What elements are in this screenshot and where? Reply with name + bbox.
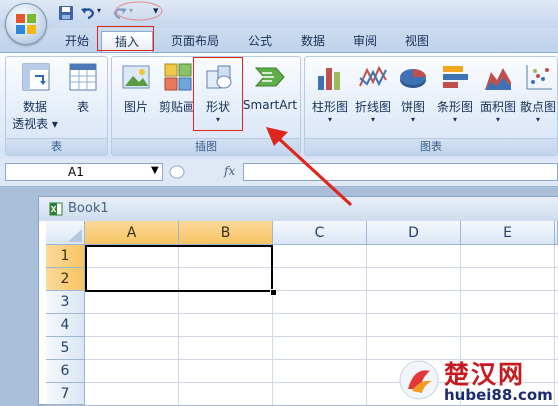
watermark-logo-icon — [399, 360, 439, 400]
tab-page-layout[interactable]: 页面布局 — [165, 31, 225, 51]
picture-button[interactable]: 图片 — [116, 60, 156, 120]
pie-chart-button[interactable]: 饼图 ▾ — [394, 60, 432, 130]
bar-chart-label: 条形图 — [436, 100, 473, 114]
line-chart-icon — [359, 65, 387, 87]
column-header-a[interactable]: A — [85, 221, 179, 245]
clipart-button[interactable]: 剪贴画 — [157, 60, 197, 120]
column-header-e[interactable]: E — [461, 221, 555, 245]
office-button[interactable] — [5, 3, 47, 45]
tab-formulas[interactable]: 公式 — [240, 31, 280, 51]
watermark: 楚汉网 hubei88.com — [398, 355, 558, 405]
scatter-chart-icon — [526, 65, 552, 90]
column-chart-icon — [318, 68, 340, 90]
office-logo-icon — [16, 14, 36, 34]
tab-home[interactable]: 开始 — [57, 31, 97, 51]
pie-chart-dropdown-icon: ▾ — [410, 115, 415, 124]
table-button[interactable]: 表 — [64, 60, 102, 138]
pivot-table-label: 数据 — [22, 100, 47, 114]
bar-chart-icon — [443, 66, 468, 88]
smartart-button[interactable]: SmartArt — [242, 60, 298, 120]
scatter-chart-label: 散点图 — [519, 100, 556, 114]
row-header-4[interactable]: 4 — [46, 314, 85, 337]
scatter-chart-button[interactable]: 散点图 ▾ — [518, 60, 558, 130]
select-all-icon — [68, 229, 82, 242]
tab-review[interactable]: 审阅 — [345, 31, 385, 51]
area-chart-button[interactable]: 面积图 ▾ — [476, 60, 520, 130]
undo-dropdown-icon[interactable]: ▾ — [97, 6, 101, 15]
fill-handle[interactable] — [270, 289, 277, 296]
picture-label: 图片 — [123, 100, 148, 114]
smartart-label: SmartArt — [242, 98, 298, 112]
group-tables-label: 表 — [6, 138, 107, 155]
pivot-table-icon — [22, 63, 50, 91]
tab-data[interactable]: 数据 — [293, 31, 333, 51]
selected-range-a1-b2[interactable] — [85, 245, 273, 292]
tab-insert-highlight — [97, 26, 154, 51]
scatter-chart-dropdown-icon: ▾ — [535, 115, 540, 124]
column-header-b[interactable]: B — [179, 221, 273, 245]
row-header-3[interactable]: 3 — [46, 291, 85, 314]
name-box-value: A1 — [68, 165, 84, 179]
name-box-dropdown-icon[interactable]: ▼ — [151, 165, 159, 176]
clipart-label: 剪贴画 — [158, 100, 195, 114]
clipart-icon — [164, 63, 192, 91]
column-header-d[interactable]: D — [367, 221, 461, 245]
area-chart-label: 面积图 — [479, 100, 516, 114]
row-header-7[interactable]: 7 — [46, 383, 85, 405]
table-label: 表 — [76, 100, 89, 114]
pivot-table-label-2: 透视表 ▾ — [12, 117, 58, 131]
select-all-button[interactable] — [46, 221, 85, 245]
column-chart-label: 柱形图 — [311, 100, 348, 114]
name-box[interactable]: A1 ▼ — [5, 163, 163, 181]
workbook-title: Book1 — [68, 201, 109, 216]
row-header-1[interactable]: 1 — [46, 245, 85, 268]
pie-chart-label: 饼图 — [400, 100, 425, 114]
undo-icon[interactable] — [80, 5, 96, 21]
line-chart-label: 折线图 — [354, 100, 391, 114]
column-header-c[interactable]: C — [273, 221, 367, 245]
shapes-highlight — [193, 57, 243, 131]
pivot-table-button[interactable]: 数据 透视表 ▾ — [10, 60, 60, 138]
smartart-icon — [254, 67, 285, 87]
watermark-url: hubei88.com — [444, 386, 553, 404]
picture-icon — [122, 65, 150, 89]
tab-view[interactable]: 视图 — [397, 31, 437, 51]
row-header-2[interactable]: 2 — [46, 268, 85, 291]
table-icon — [69, 63, 97, 91]
area-chart-icon — [485, 68, 511, 90]
insert-function-icon[interactable]: fx — [224, 164, 235, 178]
bar-chart-dropdown-icon: ▾ — [452, 115, 457, 124]
row-header-6[interactable]: 6 — [46, 360, 85, 383]
annotation-arrow — [266, 127, 352, 206]
formula-bar-grip-icon[interactable] — [168, 164, 186, 180]
bar-chart-button[interactable]: 条形图 ▾ — [433, 60, 477, 130]
pie-chart-icon — [400, 69, 426, 88]
save-icon[interactable] — [58, 5, 74, 21]
row-header-5[interactable]: 5 — [46, 337, 85, 360]
area-chart-dropdown-icon: ▾ — [495, 115, 500, 124]
qat-customize-icon[interactable]: ▾ — [153, 4, 159, 17]
excel-file-icon — [49, 202, 63, 216]
